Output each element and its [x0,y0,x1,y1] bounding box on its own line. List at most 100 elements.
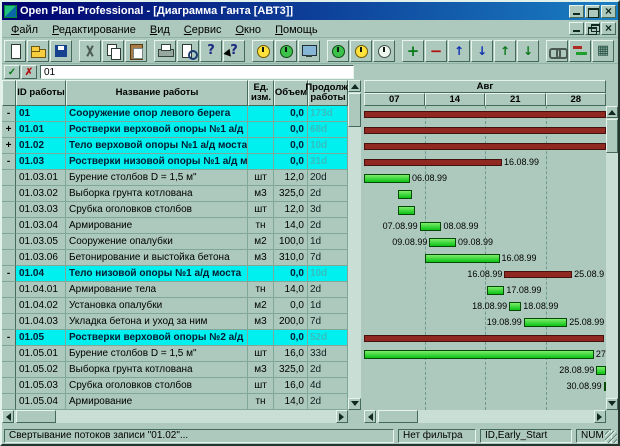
table-row[interactable]: 01.04.03Укладка бетона и уход за нимм320… [2,314,348,330]
volume-column-header[interactable]: Объем [274,80,308,106]
open-file-button[interactable] [27,40,49,62]
table-row[interactable]: 01.05.02Выборка грунта котлованам3325,02… [2,362,348,378]
summary-bar[interactable] [364,143,606,150]
scroll-down-button[interactable] [606,398,618,410]
task-bar[interactable] [398,190,413,199]
table-row[interactable]: -01.03Ростверки низовой опоры №1 а/д м0,… [2,154,348,170]
expand-all-button[interactable]: ↑ [494,40,516,62]
collapse-button[interactable]: - [2,266,16,282]
resource-scheduling-button[interactable] [275,40,297,62]
close-button[interactable] [601,5,616,18]
table-vertical-scrollbar[interactable] [348,80,361,410]
summary-bar[interactable] [504,271,572,278]
gantt-view-button[interactable] [569,40,591,62]
link-activities-button[interactable] [546,40,568,62]
table-row[interactable]: -01.04Тело низовой опоры №1 а/д моста0,0… [2,266,348,282]
add-activity-button[interactable]: + [402,40,424,62]
new-file-button[interactable] [4,40,26,62]
task-bar[interactable] [364,174,410,183]
table-row[interactable]: 01.05.04Армированиетн14,02d [2,394,348,410]
delete-activity-button[interactable]: − [425,40,447,62]
cancel-edit-button[interactable]: ✗ [21,65,37,79]
table-row[interactable]: 01.03.05Сооружение опалубким2100,01d [2,234,348,250]
baseline-dates-button[interactable] [327,40,349,62]
table-row[interactable]: -01.05Ростверки верховой опоры №2 а/д0,0… [2,330,348,346]
scroll-left-button[interactable] [364,410,376,423]
child-minimize-button[interactable] [569,22,584,35]
task-bar[interactable] [524,318,568,327]
help-button[interactable]: ? [200,40,222,62]
scrollbar-thumb[interactable] [348,93,361,127]
maximize-button[interactable] [585,5,600,18]
table-row[interactable]: 01.03.04Армированиетн14,02d [2,218,348,234]
save-file-button[interactable] [50,40,72,62]
accept-edit-button[interactable]: ✓ [4,65,20,79]
duration-column-header[interactable]: Продолж. работы [308,80,348,106]
scrollbar-thumb[interactable] [606,119,618,153]
scrollbar-thumb[interactable] [378,410,418,423]
move-down-button[interactable]: ↓ [471,40,493,62]
print-preview-button[interactable] [177,40,199,62]
resize-grip[interactable] [605,431,617,443]
cut-button[interactable] [79,40,101,62]
table-row[interactable]: 01.05.03Срубка оголовков столбовшт16,04d [2,378,348,394]
expand-button[interactable]: + [2,122,16,138]
collapse-all-button[interactable]: ↓ [517,40,539,62]
scroll-up-button[interactable] [606,106,618,118]
table-row[interactable]: 01.03.01Бурение столбов D = 1,5 м"шт12,0… [2,170,348,186]
scrollbar-thumb[interactable] [16,410,56,423]
move-up-button[interactable]: ↑ [448,40,470,62]
scroll-right-button[interactable] [336,410,348,423]
task-bar[interactable] [604,382,606,391]
context-help-button[interactable]: ? [223,40,245,62]
summary-bar[interactable] [364,127,606,134]
menu-item-help[interactable]: Помощь [268,23,325,37]
scroll-down-button[interactable] [348,398,361,410]
summary-bar[interactable] [364,335,604,342]
summary-bar[interactable] [364,159,502,166]
task-bar[interactable] [398,206,415,215]
collapse-button[interactable]: - [2,106,16,122]
menu-item-view[interactable]: Вид [143,23,177,37]
table-row[interactable]: 01.04.02Установка опалубким20,01d [2,298,348,314]
table-row[interactable]: 01.05.01Бурение столбов D = 1,5 м"шт16,0… [2,346,348,362]
actual-dates-button[interactable] [350,40,372,62]
table-row[interactable]: 01.04.01Армирование телатн14,02d [2,282,348,298]
scroll-left-button[interactable] [2,410,14,423]
task-bar[interactable] [429,238,456,247]
menu-item-service[interactable]: Сервис [177,23,229,37]
spreadsheet-view-button[interactable]: ▦ [592,40,614,62]
gantt-horizontal-scrollbar[interactable] [364,410,606,423]
task-bar[interactable] [425,254,500,263]
table-horizontal-scrollbar[interactable] [2,410,348,423]
time-analysis-button[interactable] [252,40,274,62]
table-row[interactable]: 01.03.03Срубка оголовков столбовшт12,03d [2,202,348,218]
target-dates-button[interactable] [373,40,395,62]
minimize-button[interactable] [569,5,584,18]
collapse-button[interactable]: - [2,330,16,346]
child-close-button[interactable] [601,22,616,35]
table-row[interactable]: -01Сооружение опор левого берега0,0173d [2,106,348,122]
scroll-up-button[interactable] [348,80,361,92]
task-bar[interactable] [509,302,521,311]
task-bar[interactable] [596,366,606,375]
child-restore-button[interactable] [585,22,600,35]
table-row[interactable]: 01.03.06Бетонирование и выстойка бетонам… [2,250,348,266]
table-row[interactable]: 01.03.02Выборка грунта котлованам3325,02… [2,186,348,202]
menu-item-edit[interactable]: Редактирование [45,23,143,37]
paste-button[interactable] [125,40,147,62]
task-bar[interactable] [420,222,442,231]
table-row[interactable]: +01.02Тело верховой опоры №1 а/д моста0,… [2,138,348,154]
task-bar[interactable] [487,286,504,295]
unit-column-header[interactable]: Ед. изм. [248,80,274,106]
gantt-vertical-scrollbar[interactable] [606,80,618,410]
task-bar[interactable] [364,350,594,359]
name-column-header[interactable]: Название работы [66,80,248,106]
edit-input[interactable] [40,65,354,79]
menu-item-file[interactable]: Файл [4,23,45,37]
collapse-button[interactable]: - [2,154,16,170]
expand-button[interactable]: + [2,138,16,154]
id-column-header[interactable]: ID работы [16,80,66,106]
menu-item-window[interactable]: Окно [228,23,268,37]
risk-analysis-button[interactable] [298,40,320,62]
